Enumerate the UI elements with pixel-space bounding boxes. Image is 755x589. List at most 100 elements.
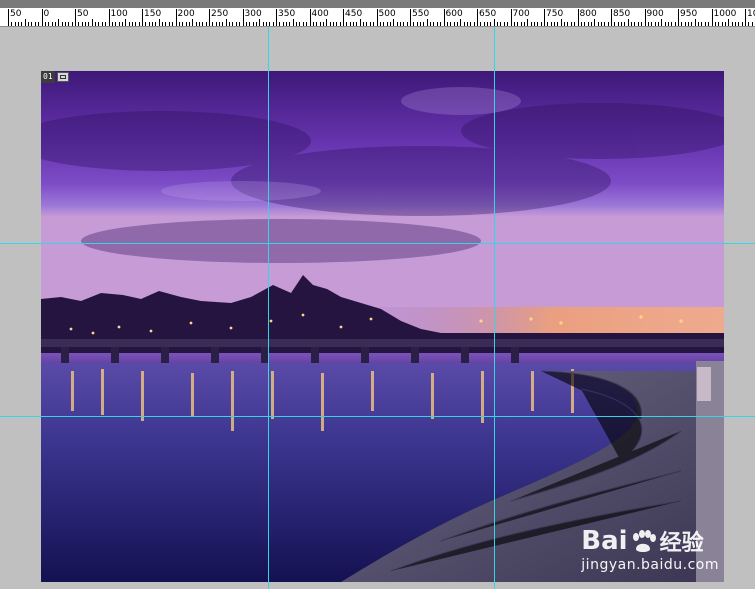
ruler-minor-tick bbox=[413, 22, 415, 26]
ruler-minor-tick bbox=[24, 19, 26, 26]
ruler-minor-tick bbox=[694, 19, 696, 26]
ruler-major-tick bbox=[75, 9, 76, 26]
ruler-minor-tick bbox=[332, 22, 334, 26]
ruler-minor-tick bbox=[597, 22, 599, 26]
photo-layer[interactable] bbox=[41, 71, 724, 582]
ruler-minor-tick bbox=[580, 22, 582, 26]
ruler-major-tick bbox=[343, 9, 344, 26]
ruler-minor-tick bbox=[426, 19, 428, 26]
ruler-label: 150 bbox=[144, 9, 162, 19]
ruler-minor-tick bbox=[98, 22, 100, 26]
ruler-label: 400 bbox=[311, 9, 329, 19]
ruler-minor-tick bbox=[537, 22, 539, 26]
ruler-minor-tick bbox=[634, 22, 636, 26]
ruler-minor-tick bbox=[272, 22, 274, 26]
ruler-minor-tick bbox=[490, 22, 492, 26]
ruler-minor-tick bbox=[68, 22, 70, 26]
ruler-minor-tick bbox=[714, 22, 716, 26]
ruler-minor-tick bbox=[423, 22, 425, 26]
horizontal-ruler[interactable]: 50 0 50 100 150 200 250 300 350 400 450 500 550 600 65… bbox=[0, 0, 755, 27]
ruler-major-tick bbox=[644, 9, 646, 26]
ruler-minor-tick bbox=[651, 22, 653, 26]
ruler-minor-tick bbox=[594, 19, 596, 26]
ruler-minor-tick bbox=[188, 22, 190, 26]
ruler-minor-tick bbox=[38, 22, 40, 26]
ruler-minor-tick bbox=[657, 22, 659, 26]
ruler-label: 50 bbox=[10, 9, 22, 19]
ruler-minor-tick bbox=[647, 22, 649, 26]
ruler-minor-tick bbox=[416, 22, 418, 26]
ruler-minor-tick bbox=[192, 19, 194, 26]
ruler-minor-tick bbox=[637, 22, 639, 26]
ruler-label: 750 bbox=[546, 9, 564, 19]
ruler-minor-tick bbox=[64, 22, 66, 26]
ruler-minor-tick bbox=[262, 22, 264, 26]
ruler-label: 300 bbox=[244, 9, 262, 19]
ruler-minor-tick bbox=[433, 22, 435, 26]
ruler-minor-tick bbox=[584, 22, 586, 26]
ruler-minor-tick bbox=[265, 22, 267, 26]
ruler-minor-tick bbox=[688, 22, 690, 26]
ruler-minor-tick bbox=[152, 22, 154, 26]
ruler-major-tick bbox=[611, 9, 612, 26]
ruler-minor-tick bbox=[436, 22, 438, 26]
ruler-minor-tick bbox=[205, 22, 207, 26]
ruler-label: 800 bbox=[579, 9, 597, 19]
ruler-minor-tick bbox=[366, 22, 368, 26]
ruler-minor-tick bbox=[641, 22, 643, 26]
ruler-major-tick bbox=[443, 9, 445, 26]
ruler-minor-tick bbox=[440, 22, 442, 26]
ruler-minor-tick bbox=[493, 19, 495, 26]
layer-number: 01 bbox=[41, 71, 55, 83]
ruler-minor-tick bbox=[18, 22, 20, 26]
ruler-minor-tick bbox=[306, 22, 308, 26]
ruler-minor-tick bbox=[239, 22, 241, 26]
ruler-minor-tick bbox=[158, 19, 160, 26]
ruler-label: 0 bbox=[43, 9, 50, 19]
ruler-minor-tick bbox=[453, 22, 455, 26]
ruler-minor-tick bbox=[282, 22, 284, 26]
ruler-minor-tick bbox=[604, 22, 606, 26]
ruler-minor-tick bbox=[279, 22, 281, 26]
ruler-minor-tick bbox=[557, 22, 559, 26]
ruler-minor-tick bbox=[312, 22, 314, 26]
guide-vertical-right[interactable] bbox=[494, 27, 495, 589]
ruler-minor-tick bbox=[198, 22, 200, 26]
ruler-major-tick bbox=[477, 9, 478, 26]
ruler-minor-tick bbox=[11, 22, 13, 26]
ruler-minor-tick bbox=[614, 22, 616, 26]
ruler-minor-tick bbox=[245, 22, 247, 26]
paw-icon bbox=[632, 530, 656, 552]
ruler-minor-tick bbox=[691, 22, 693, 26]
ruler-minor-tick bbox=[316, 22, 318, 26]
ruler-minor-tick bbox=[155, 22, 157, 26]
ruler-minor-tick bbox=[661, 19, 663, 26]
ruler-minor-tick bbox=[339, 22, 341, 26]
ruler-label: 350 bbox=[278, 9, 296, 19]
ruler-minor-tick bbox=[574, 22, 576, 26]
ruler-minor-tick bbox=[393, 19, 395, 26]
ruler-top-strip bbox=[0, 0, 755, 8]
guide-horizontal-top[interactable] bbox=[0, 243, 755, 244]
ruler-minor-tick bbox=[88, 22, 90, 26]
ruler-minor-tick bbox=[128, 22, 130, 26]
ruler-minor-tick bbox=[14, 22, 16, 26]
ruler-minor-tick bbox=[31, 22, 33, 26]
ruler-minor-tick bbox=[497, 22, 499, 26]
ruler-minor-tick bbox=[708, 22, 710, 26]
ruler-minor-tick bbox=[738, 22, 740, 26]
ruler-minor-tick bbox=[289, 22, 291, 26]
guide-vertical-left[interactable] bbox=[268, 27, 269, 589]
ruler-label: 950 bbox=[680, 9, 698, 19]
ruler-minor-tick bbox=[420, 22, 422, 26]
guide-horizontal-bottom[interactable] bbox=[0, 416, 755, 417]
ruler-major-tick bbox=[242, 9, 244, 26]
ruler-minor-tick bbox=[219, 22, 221, 26]
ruler-major-tick bbox=[410, 9, 411, 26]
ruler-minor-tick bbox=[34, 22, 36, 26]
ruler-minor-tick bbox=[202, 22, 204, 26]
ruler-minor-tick bbox=[95, 22, 97, 26]
ruler-minor-tick bbox=[456, 22, 458, 26]
ruler-major-tick bbox=[577, 9, 579, 26]
ruler-minor-tick bbox=[698, 22, 700, 26]
